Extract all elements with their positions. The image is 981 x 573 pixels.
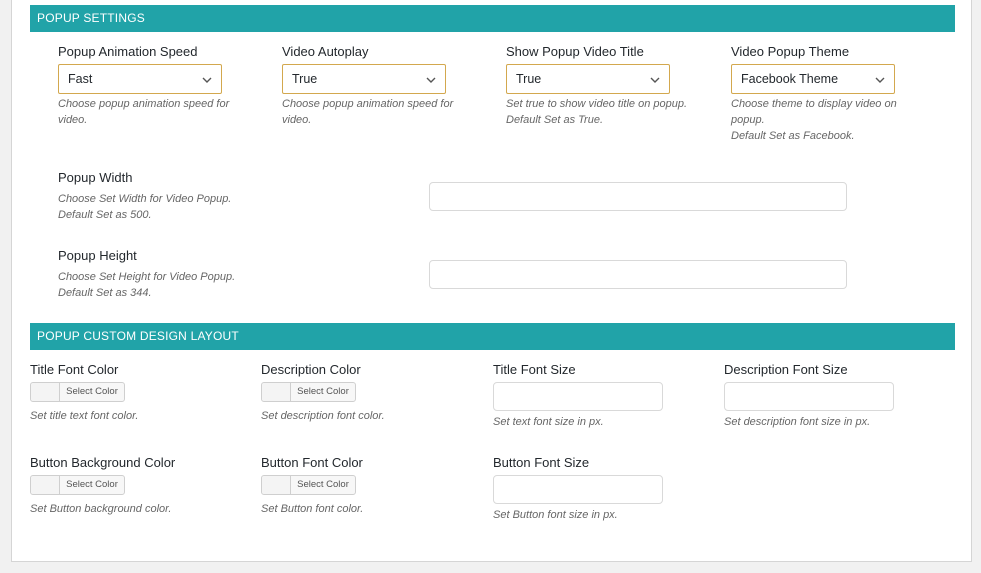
title-font-size-label: Title Font Size	[493, 362, 576, 377]
popup-width-label: Popup Width	[58, 170, 133, 185]
description-color-desc: Set description font color.	[261, 410, 385, 422]
chevron-down-icon	[875, 77, 885, 83]
button-font-color-label: Button Font Color	[261, 455, 363, 470]
popup-height-desc: Choose Set Height for Video Popup. Defau…	[58, 271, 236, 299]
show-title-select[interactable]: True	[506, 64, 670, 94]
color-swatch	[262, 383, 291, 401]
button-bg-color-picker[interactable]: Select Color	[30, 475, 125, 495]
button-font-size-desc: Set Button font size in px.	[493, 509, 618, 521]
show-title-desc: Set true to show video title on popup. D…	[506, 98, 688, 126]
theme-value: Facebook Theme	[741, 72, 839, 86]
title-font-size-desc: Set text font size in px.	[493, 416, 604, 428]
description-font-size-input[interactable]	[724, 382, 894, 411]
button-font-color-picker[interactable]: Select Color	[261, 475, 356, 495]
select-color-label: Select Color	[66, 386, 118, 397]
color-swatch	[31, 383, 60, 401]
title-font-color-label: Title Font Color	[30, 362, 119, 377]
button-font-size-input[interactable]	[493, 475, 663, 504]
video-autoplay-select[interactable]: True	[282, 64, 446, 94]
settings-panel: POPUP SETTINGS Popup Animation Speed Fas…	[11, 0, 972, 562]
button-font-color-desc: Set Button font color.	[261, 503, 364, 515]
button-bg-color-desc: Set Button background color.	[30, 503, 172, 515]
video-autoplay-desc: Choose popup animation speed for video.	[282, 98, 454, 126]
chevron-down-icon	[426, 77, 436, 83]
description-color-label: Description Color	[261, 362, 361, 377]
popup-height-label: Popup Height	[58, 248, 137, 263]
popup-height-input[interactable]	[429, 260, 847, 289]
theme-label: Video Popup Theme	[731, 44, 850, 59]
color-swatch	[31, 476, 60, 494]
video-autoplay-label: Video Autoplay	[282, 44, 369, 59]
popup-width-input[interactable]	[429, 182, 847, 211]
title-font-color-picker[interactable]: Select Color	[30, 382, 125, 402]
video-autoplay-value: True	[292, 72, 318, 86]
chevron-down-icon	[650, 77, 660, 83]
show-title-value: True	[516, 72, 542, 86]
description-font-size-desc: Set description font size in px.	[724, 416, 871, 428]
animation-speed-value: Fast	[68, 72, 93, 86]
custom-design-header: POPUP CUSTOM DESIGN LAYOUT	[30, 323, 955, 350]
title-font-size-input[interactable]	[493, 382, 663, 411]
color-swatch	[262, 476, 291, 494]
popup-width-desc: Choose Set Width for Video Popup. Defaul…	[58, 193, 232, 221]
popup-settings-header: POPUP SETTINGS	[30, 5, 955, 32]
description-font-size-label: Description Font Size	[724, 362, 848, 377]
animation-speed-select[interactable]: Fast	[58, 64, 222, 94]
theme-select[interactable]: Facebook Theme	[731, 64, 895, 94]
show-title-label: Show Popup Video Title	[506, 44, 644, 59]
animation-speed-desc: Choose popup animation speed for video.	[58, 98, 230, 126]
theme-desc: Choose theme to display video on popup. …	[731, 98, 897, 142]
select-color-label: Select Color	[297, 479, 349, 490]
animation-speed-label: Popup Animation Speed	[58, 44, 198, 59]
select-color-label: Select Color	[66, 479, 118, 490]
description-color-picker[interactable]: Select Color	[261, 382, 356, 402]
button-bg-color-label: Button Background Color	[30, 455, 176, 470]
chevron-down-icon	[202, 77, 212, 83]
title-font-color-desc: Set title text font color.	[30, 410, 139, 422]
button-font-size-label: Button Font Size	[493, 455, 590, 470]
select-color-label: Select Color	[297, 386, 349, 397]
